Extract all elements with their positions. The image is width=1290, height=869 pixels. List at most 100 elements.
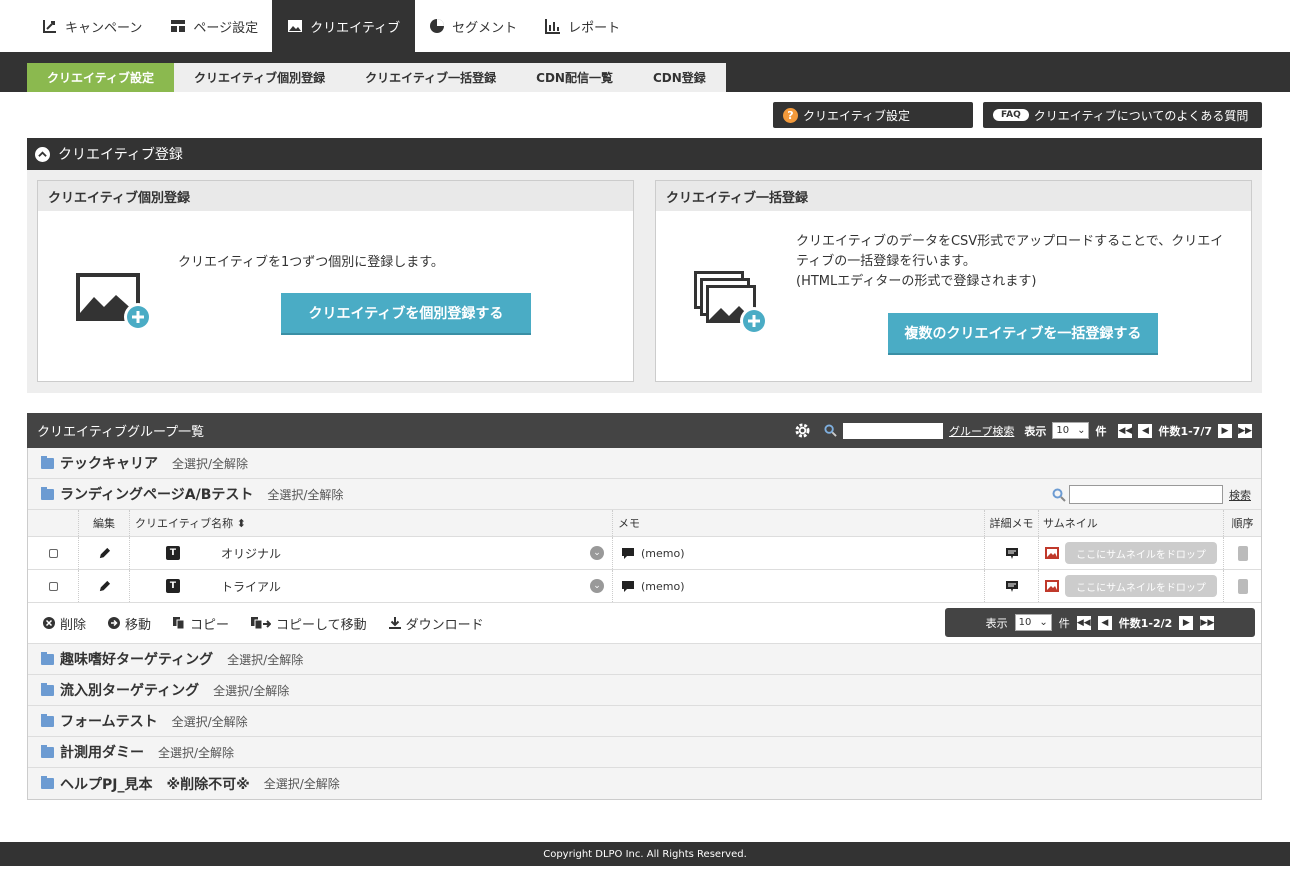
last-page-icon[interactable]: ▶▶ [1238,423,1252,438]
register-title: クリエイティブ登録 [58,147,183,163]
register-header[interactable]: クリエイティブ登録 [27,138,1262,170]
tab-campaign[interactable]: キャンペーン [28,0,156,52]
help-settings-button[interactable]: ? クリエイティブ設定 [773,102,973,128]
group-row[interactable]: 計測用ダミー 全選択/全解除 [28,737,1261,768]
single-register-button[interactable]: クリエイティブを個別登録する [281,293,531,335]
chevron-down-icon[interactable]: ⌄ [590,579,604,593]
inner-per-page-select[interactable]: 10 ⌄ [1014,614,1052,631]
faq-button[interactable]: FAQ クリエイティブについてのよくある質問 [983,102,1262,128]
pencil-icon[interactable] [98,580,111,593]
group-search-link[interactable]: グループ検索 [949,423,1014,439]
tab-page-settings[interactable]: ページ設定 [156,0,272,52]
folder-open-icon [41,486,54,500]
drag-handle-icon[interactable] [1237,545,1248,561]
edit-cell [79,570,130,602]
group-list-controls: グループ検索 表示 10 ⌄ 件 ◀◀ ◀ 件数1-7/7 ▶ ▶▶ [795,413,1252,448]
inner-search-input[interactable] [1069,485,1223,504]
creative-name[interactable]: トライアル [221,578,281,595]
group-row[interactable]: 趣味嗜好ターゲティング 全選択/全解除 [28,644,1261,675]
per-page-value: 10 [1056,425,1070,436]
group-row[interactable]: 流入別ターゲティング 全選択/全解除 [28,675,1261,706]
tab-segment[interactable]: セグメント [415,0,531,52]
creative-register-section: クリエイティブ登録 クリエイティブ個別登録 クリエイティブを1つずつ個別に登録し… [27,138,1262,393]
creative-name[interactable]: オリジナル [221,545,281,562]
collapse-icon[interactable] [35,146,50,162]
group-row[interactable]: フォームテスト 全選択/全解除 [28,706,1261,737]
question-icon: ? [783,107,798,123]
select-all-link[interactable]: 全選択/全解除 [172,713,248,730]
inner-search-link[interactable]: 検索 [1229,487,1251,503]
group-count: 件数1-7/7 [1158,424,1212,438]
detail-memo-icon[interactable] [1005,547,1019,560]
drag-handle-icon[interactable] [1237,578,1248,594]
download-button[interactable]: ダウンロード [388,614,484,633]
bulk-desc-line3: (HTMLエディターの形式で登録されます) [796,274,1037,289]
delete-button[interactable]: 削除 [43,614,86,633]
tab-label: レポート [568,20,621,36]
table-row: T オリジナル ⌄ (memo) ここにサムネイルをドロップ [28,537,1261,570]
subtab-cdn-list[interactable]: CDN配信一覧 [516,63,633,92]
chevron-down-icon: ⌄ [1077,425,1086,436]
tab-label: キャンペーン [65,20,143,36]
copy-button[interactable]: コピー [173,614,229,633]
group-name[interactable]: フォームテスト [60,711,158,731]
per-page-select[interactable]: 10 ⌄ [1052,422,1090,439]
header-detail-memo: 詳細メモ [985,510,1039,536]
next-page-icon[interactable]: ▶ [1179,615,1194,630]
row-checkbox[interactable] [48,581,58,591]
copy-label: コピー [190,617,230,633]
group-row[interactable]: ヘルプPJ_見本 ※削除不可※ 全選択/全解除 [28,768,1261,799]
group-name[interactable]: ヘルプPJ_見本 ※削除不可※ [60,774,250,794]
move-button[interactable]: 移動 [108,614,151,633]
subtab-creative-settings[interactable]: クリエイティブ設定 [27,63,175,92]
search-icon [824,424,837,437]
tab-report[interactable]: レポート [531,0,634,52]
memo-cell: (memo) [613,570,985,602]
thumbnail-drop-zone[interactable]: ここにサムネイルをドロップ [1065,542,1217,564]
gear-icon[interactable] [795,423,810,438]
select-all-link[interactable]: 全選択/全解除 [213,682,289,699]
group-row[interactable]: ランディングページA/Bテスト 全選択/全解除 検索 [28,479,1261,510]
select-all-link[interactable]: 全選択/全解除 [264,775,340,792]
next-page-icon[interactable]: ▶ [1218,423,1232,438]
subtab-cdn-register[interactable]: CDN登録 [632,63,726,92]
single-desc: クリエイティブを1つずつ個別に登録します。 [178,255,444,270]
prev-page-icon[interactable]: ◀ [1138,423,1153,438]
select-all-link[interactable]: 全選択/全解除 [227,651,303,668]
first-page-icon[interactable]: ◀◀ [1118,423,1133,438]
tab-creative[interactable]: クリエイティブ [272,0,416,52]
select-all-link[interactable]: 全選択/全解除 [158,744,234,761]
first-page-icon[interactable]: ◀◀ [1076,615,1091,630]
download-label: ダウンロード [405,617,484,633]
group-row[interactable]: テックキャリア 全選択/全解除 [28,448,1261,479]
bulk-actions-bar: 削除 移動 コピー コピーして移動 ダウンロード 表示 10 ⌄ 件 ◀◀ ◀ 件… [28,603,1261,644]
select-all-link[interactable]: 全選択/全解除 [172,455,248,472]
select-all-link[interactable]: 全選択/全解除 [267,486,343,503]
memo-text[interactable]: (memo) [641,547,685,560]
folder-icon [41,651,54,665]
detail-memo-icon[interactable] [1005,580,1019,593]
group-name[interactable]: 流入別ターゲティング [60,680,199,700]
group-name[interactable]: テックキャリア [60,453,158,473]
group-name[interactable]: ランディングページA/Bテスト [60,484,253,504]
subtab-single-register[interactable]: クリエイティブ個別登録 [174,63,346,92]
prev-page-icon[interactable]: ◀ [1097,615,1112,630]
group-name[interactable]: 計測用ダミー [60,742,144,762]
thumbnail-drop-zone[interactable]: ここにサムネイルをドロップ [1065,575,1217,597]
last-page-icon[interactable]: ▶▶ [1200,615,1215,630]
header-order: 順序 [1231,517,1254,530]
header-checkbox-col [28,510,79,536]
pencil-icon[interactable] [98,547,111,560]
group-name[interactable]: 趣味嗜好ターゲティング [60,649,213,669]
inner-per-page-value: 10 [1018,617,1032,628]
bulk-register-button[interactable]: 複数のクリエイティブを一括登録する [888,313,1158,355]
group-search-input[interactable] [842,422,943,439]
subtab-bulk-register[interactable]: クリエイティブ一括登録 [345,63,517,92]
help-row: ? クリエイティブ設定 FAQ クリエイティブについてのよくある質問 [0,92,1290,138]
copy-move-button[interactable]: コピーして移動 [251,614,367,633]
row-checkbox[interactable] [48,548,58,558]
faq-label: クリエイティブについてのよくある質問 [1033,108,1249,123]
chevron-down-icon[interactable]: ⌄ [590,546,604,560]
memo-text[interactable]: (memo) [641,580,685,593]
header-name[interactable]: クリエイティブ名称 ⬍ [130,510,613,536]
